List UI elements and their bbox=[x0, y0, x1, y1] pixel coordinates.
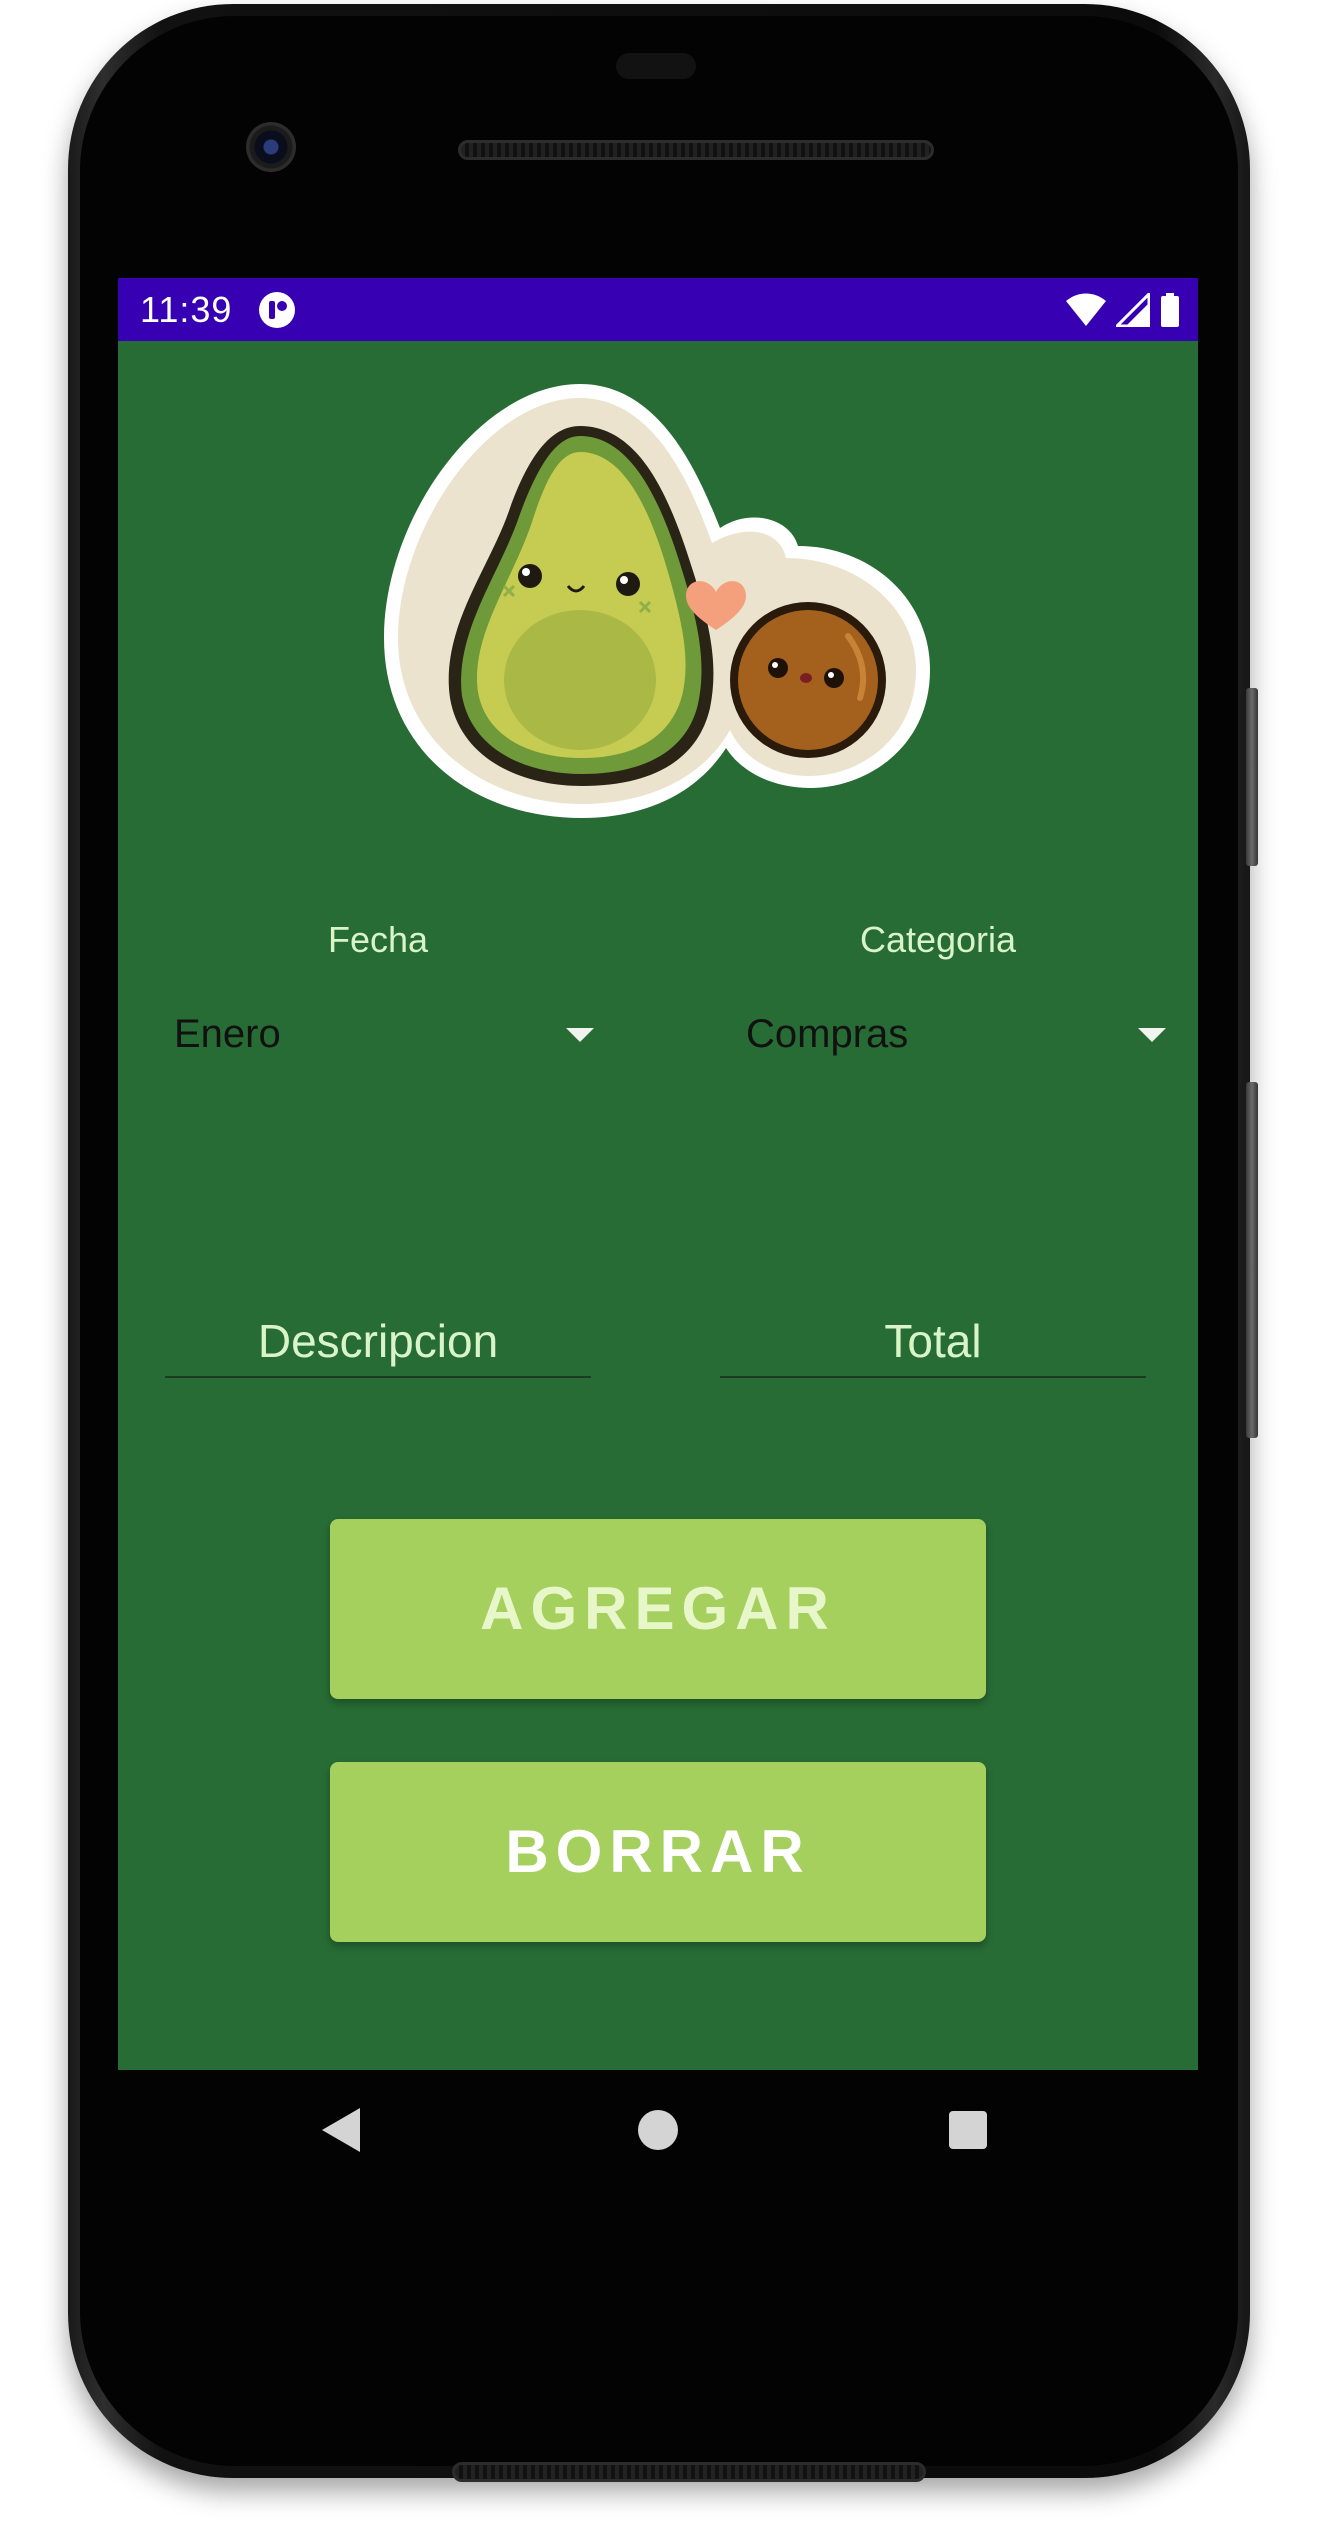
categoria-label: Categoria bbox=[859, 919, 1017, 960]
back-icon[interactable] bbox=[322, 2108, 360, 2152]
cell-signal-icon bbox=[1116, 293, 1150, 327]
descripcion-field[interactable]: Descripcion bbox=[165, 1308, 591, 1378]
volume-button bbox=[1246, 1082, 1258, 1438]
total-hint: Total bbox=[884, 1315, 982, 1367]
fecha-label: Fecha bbox=[327, 919, 429, 960]
app-notification-icon bbox=[259, 292, 295, 328]
dropdown-arrow-icon bbox=[1138, 1028, 1166, 1042]
fecha-spinner[interactable]: Enero bbox=[174, 1000, 594, 1070]
agregar-button[interactable]: AGREGAR bbox=[330, 1519, 986, 1699]
proximity-sensor bbox=[616, 53, 696, 79]
recents-icon[interactable] bbox=[949, 2111, 987, 2149]
front-camera bbox=[246, 122, 296, 172]
battery-icon bbox=[1161, 293, 1179, 327]
categoria-spinner[interactable]: Compras bbox=[746, 1000, 1166, 1070]
borrar-button[interactable]: BORRAR bbox=[330, 1762, 986, 1942]
navigation-bar bbox=[0, 2070, 1330, 2200]
wifi-icon bbox=[1066, 293, 1106, 326]
descripcion-hint: Descripcion bbox=[257, 1315, 499, 1367]
status-time: 11:39 bbox=[140, 289, 233, 330]
avocado-couple-illustration bbox=[384, 384, 930, 818]
status-bar: 11:39 bbox=[118, 278, 1198, 341]
categoria-selected-value: Compras bbox=[746, 1012, 909, 1056]
earpiece-speaker bbox=[458, 140, 934, 160]
app-screen: 11:39 Fecha Enero Categoria Compras Desc… bbox=[118, 278, 1198, 2070]
total-field[interactable]: Total bbox=[720, 1308, 1146, 1378]
fecha-selected-value: Enero bbox=[174, 1012, 281, 1056]
power-button bbox=[1246, 688, 1258, 866]
bottom-speaker bbox=[452, 2462, 926, 2482]
status-icons bbox=[1066, 292, 1180, 328]
dropdown-arrow-icon bbox=[566, 1028, 594, 1042]
home-icon[interactable] bbox=[638, 2110, 678, 2150]
